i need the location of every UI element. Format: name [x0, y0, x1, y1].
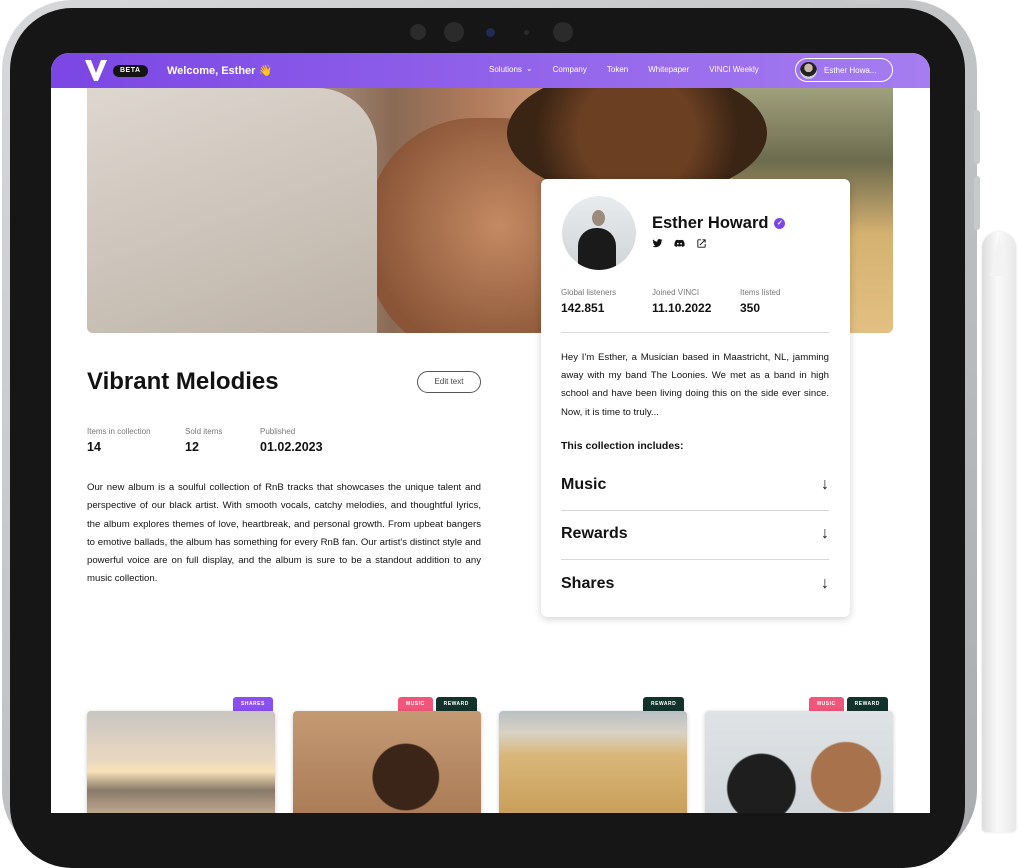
external-link-icon[interactable]	[696, 238, 707, 249]
stat-value: 350	[740, 301, 761, 315]
arrow-down-icon: ↓	[821, 575, 829, 592]
stat-joined-vinci: Joined VINCI 11.10.2022	[652, 288, 711, 315]
stat-label: Items listed	[740, 288, 781, 297]
chevron-down-icon: ⌄	[525, 64, 533, 73]
collection-description: Our new album is a soulful collection of…	[87, 482, 481, 585]
accordion-label: Rewards	[561, 525, 628, 542]
arrow-down-icon: ↓	[821, 525, 829, 542]
top-navbar: BETA Welcome, Esther 👋 Solutions ⌄ Compan…	[51, 53, 930, 88]
device-volume-up	[974, 110, 980, 164]
accordion-label: Music	[561, 476, 607, 493]
camera-lens	[486, 28, 495, 37]
thumb-tags: MUSIC REWARD	[398, 697, 477, 711]
avatar[interactable]	[562, 196, 636, 270]
stat-global-listeners: Global listeners 142.851	[561, 288, 616, 315]
device-volume-down	[974, 176, 980, 230]
beta-badge: BETA	[113, 65, 148, 77]
sensor-dot	[553, 22, 573, 42]
collection-item-thumbnail[interactable]	[87, 711, 275, 813]
user-name: Esther Howa...	[824, 65, 877, 75]
stat-label: Sold items	[185, 427, 223, 436]
tag-music: MUSIC	[398, 697, 433, 711]
artist-bio: Hey I'm Esther, a Musician based in Maas…	[561, 352, 829, 418]
verified-check-icon: ✓	[774, 218, 786, 229]
avatar-head	[592, 210, 605, 226]
thumb-tags: SHARES	[233, 697, 273, 711]
collection-item-thumbnail[interactable]	[293, 711, 481, 813]
arrow-down-icon: ↓	[821, 476, 829, 493]
accordion-label: Shares	[561, 575, 615, 592]
nav-whitepaper[interactable]: Whitepaper	[648, 65, 689, 74]
accordion-rewards[interactable]: Rewards ↓	[561, 510, 829, 558]
edit-text-button[interactable]: Edit text	[417, 371, 481, 393]
sensor-dot	[410, 24, 426, 40]
stat-published: Published 01.02.2023	[260, 427, 323, 454]
artist-name[interactable]: Esther Howard ✓	[652, 214, 786, 233]
discord-icon[interactable]	[674, 238, 685, 249]
stat-label: Global listeners	[561, 288, 617, 297]
nav-links: Solutions ⌄ Company Token Whitepaper VINC…	[489, 64, 779, 74]
stylus-tip	[990, 236, 1008, 276]
collection-item-thumbnail[interactable]	[499, 711, 687, 813]
accordion-music[interactable]: Music ↓	[561, 461, 829, 509]
artist-name-text: Esther Howard	[652, 214, 769, 232]
tag-shares: SHARES	[233, 697, 273, 711]
artist-profile-card: Esther Howard ✓ Global listeners 142.851…	[541, 179, 850, 617]
tag-reward: REWARD	[643, 697, 685, 711]
nav-company[interactable]: Company	[553, 65, 587, 74]
includes-heading: This collection includes:	[561, 440, 684, 452]
nav-token[interactable]: Token	[607, 65, 628, 74]
divider	[561, 332, 829, 333]
thumb-tags: REWARD	[643, 697, 685, 711]
twitter-icon[interactable]	[652, 238, 663, 249]
stat-label: Published	[260, 427, 296, 436]
sensor-dot	[444, 22, 464, 42]
stylus-pencil	[982, 232, 1016, 832]
stat-label: Joined VINCI	[652, 288, 700, 297]
vinci-logo-icon[interactable]	[85, 60, 107, 81]
social-links	[652, 238, 707, 249]
user-menu-button[interactable]: Esther Howa...	[795, 58, 893, 82]
stat-label: Items in collection	[87, 427, 151, 436]
stat-items-listed: Items listed 350	[740, 288, 780, 315]
avatar-body	[578, 228, 616, 270]
stat-value: 01.02.2023	[260, 440, 323, 454]
sensor-dot	[524, 30, 529, 35]
stat-items-in-collection: Items in collection 14	[87, 427, 151, 454]
stat-sold-items: Sold items 12	[185, 427, 222, 454]
stat-value: 12	[185, 440, 199, 454]
nav-vinci-weekly[interactable]: VINCI Weekly	[709, 65, 759, 74]
collection-item-thumbnail[interactable]	[705, 711, 893, 813]
stat-value: 142.851	[561, 301, 605, 315]
hero-coat	[87, 88, 377, 333]
nav-solutions[interactable]: Solutions ⌄	[489, 64, 533, 74]
tag-reward: REWARD	[435, 697, 477, 711]
thumb-tags: MUSIC REWARD	[809, 697, 888, 711]
tag-reward: REWARD	[846, 697, 888, 711]
stat-value: 14	[87, 440, 101, 454]
app-screen: BETA Welcome, Esther 👋 Solutions ⌄ Compan…	[51, 53, 930, 813]
accordion-shares[interactable]: Shares ↓	[561, 560, 829, 608]
device-top-button	[845, 0, 881, 4]
welcome-text: Welcome, Esther 👋	[167, 65, 273, 77]
stat-value: 11.10.2022	[652, 301, 712, 315]
nav-solutions-label: Solutions	[489, 65, 522, 74]
tag-music: MUSIC	[809, 697, 844, 711]
collection-title: Vibrant Melodies	[87, 368, 279, 395]
avatar	[800, 61, 817, 79]
